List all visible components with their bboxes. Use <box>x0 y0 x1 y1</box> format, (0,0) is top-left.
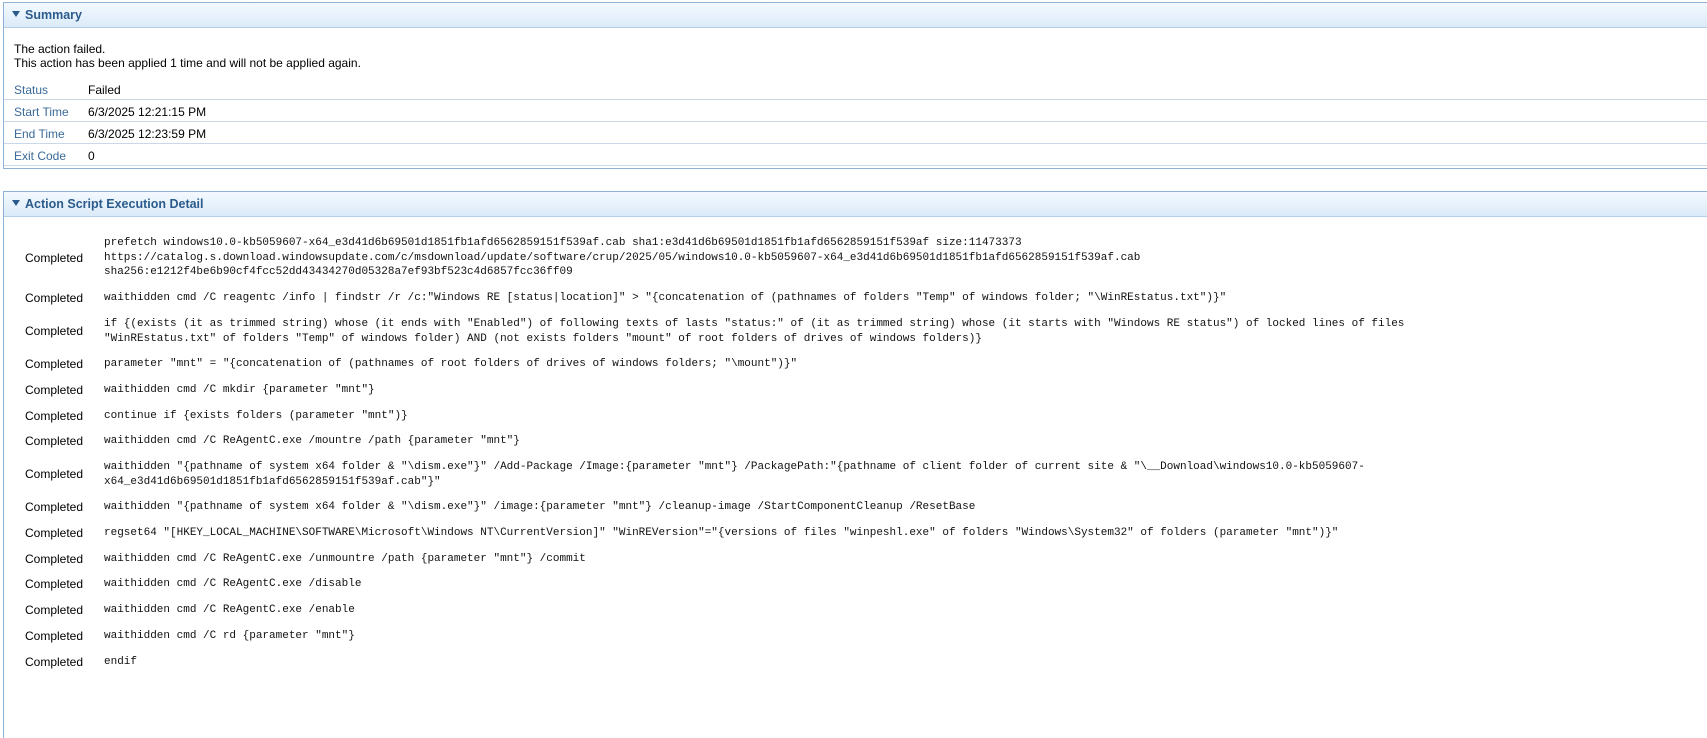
line-status: Completed <box>25 383 84 397</box>
line-status: Completed <box>25 629 84 643</box>
line-status: Completed <box>25 552 84 566</box>
start-time-label: Start Time <box>14 105 69 119</box>
line-command: regset64 "[HKEY_LOCAL_MACHINE\SOFTWARE\M… <box>104 527 1339 539</box>
line-command: waithidden cmd /C ReAgentC.exe /disable <box>104 578 362 590</box>
line-status: Completed <box>25 409 84 423</box>
line-command: continue if {exists folders (parameter "… <box>104 410 408 422</box>
line-command: waithidden cmd /C mkdir {parameter "mnt"… <box>104 384 375 396</box>
collapse-triangle-icon[interactable] <box>12 200 20 206</box>
line-status: Completed <box>25 434 84 448</box>
start-time-row: Start Time 6/3/2025 12:21:15 PM <box>4 100 1707 122</box>
summary-message-line1: The action failed. <box>14 42 106 56</box>
exit-code-label: Exit Code <box>14 149 67 163</box>
line-status: Completed <box>25 603 84 617</box>
execution-detail-title: Action Script Execution Detail <box>25 197 204 211</box>
summary-title: Summary <box>25 8 82 22</box>
end-time-value: 6/3/2025 12:23:59 PM <box>88 127 207 141</box>
line-command: waithidden "{pathname of system x64 fold… <box>104 461 1365 488</box>
end-time-label: End Time <box>14 127 65 141</box>
line-status: Completed <box>25 324 84 338</box>
summary-panel: Summary The action failed. This action h… <box>3 2 1707 169</box>
line-command: waithidden cmd /C ReAgentC.exe /unmountr… <box>104 553 586 565</box>
line-command: waithidden cmd /C rd {parameter "mnt"} <box>104 630 355 642</box>
line-command: prefetch windows10.0-kb5059607-x64_e3d41… <box>104 237 1141 279</box>
line-status: Completed <box>25 577 84 591</box>
line-command: endif <box>104 656 138 668</box>
line-status: Completed <box>25 291 84 305</box>
line-command: parameter "mnt" = "{concatenation of (pa… <box>104 358 798 370</box>
line-status: Completed <box>25 357 84 371</box>
summary-message-line2: This action has been applied 1 time and … <box>14 56 361 70</box>
line-command: waithidden cmd /C reagentc /info | finds… <box>104 292 1227 304</box>
line-status: Completed <box>25 467 84 481</box>
exit-code-value: 0 <box>88 149 95 163</box>
exit-code-row: Exit Code 0 <box>4 144 1707 166</box>
line-status: Completed <box>25 251 84 265</box>
end-time-row: End Time 6/3/2025 12:23:59 PM <box>4 122 1707 144</box>
status-label: Status <box>14 83 49 97</box>
line-status: Completed <box>25 500 84 514</box>
start-time-value: 6/3/2025 12:21:15 PM <box>88 105 207 119</box>
summary-header[interactable]: Summary <box>4 3 1707 28</box>
collapse-triangle-icon[interactable] <box>12 11 20 17</box>
status-row: Status Failed <box>4 78 1707 100</box>
execution-detail-panel: Action Script Execution Detail Completed… <box>3 191 1707 738</box>
line-command: waithidden "{pathname of system x64 fold… <box>104 501 976 513</box>
line-status: Completed <box>25 526 84 540</box>
execution-detail-header[interactable]: Action Script Execution Detail <box>4 192 1707 217</box>
status-value: Failed <box>88 83 121 97</box>
summary-message: The action failed. This action has been … <box>14 42 361 70</box>
line-command: waithidden cmd /C ReAgentC.exe /mountre … <box>104 435 520 447</box>
line-status: Completed <box>25 655 84 669</box>
line-command: if {(exists (it as trimmed string) whose… <box>104 318 1405 345</box>
line-command: waithidden cmd /C ReAgentC.exe /enable <box>104 604 355 616</box>
